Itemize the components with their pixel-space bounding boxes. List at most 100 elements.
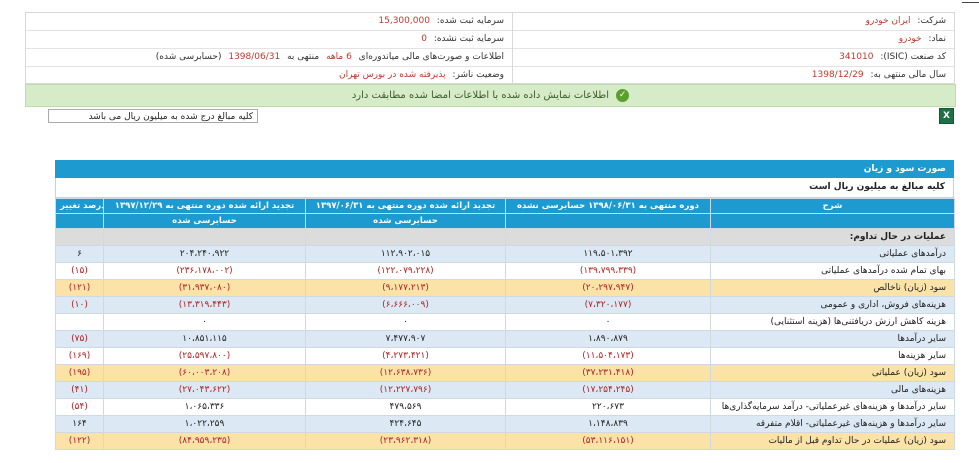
value-1398-06-31-cell: ۲۲۰،۶۷۳ [505, 398, 711, 416]
value-1397-06-31-cell: (۱۲،۲۲۷،۷۹۶) [305, 381, 506, 399]
header-col-1397-06-31-audit: حسابرسی شده [305, 213, 506, 229]
value-1397-12-29-cell: (۶۰،۰۰۳،۲۰۸) [103, 364, 306, 382]
income-statement: صورت سود و زیان کلیه مبالغ به میلیون ریا… [55, 160, 955, 450]
value-1397-06-31-cell: ۴۷۹،۵۶۹ [305, 398, 506, 416]
row-description-cell: سایر هزینه‌ها [710, 347, 955, 365]
row-description-cell: هزینه‌های فروش، اداری و عمومی [710, 296, 955, 314]
change-percent-cell: (۷۵) [55, 330, 104, 348]
change-percent-cell: (۱۶۹) [55, 347, 104, 365]
change-percent-cell: (۴۱) [55, 381, 104, 399]
row-description-cell: سود (زیان) ناخالص [710, 279, 955, 297]
info-row-symbol: نماد: خودرو [513, 31, 954, 49]
value-1397-06-31-cell: (۴،۲۷۳،۴۲۱) [305, 347, 506, 365]
value-1397-12-29-cell: (۱۳،۳۱۹،۴۴۳) [103, 296, 306, 314]
company-info-left: سرمایه ثبت شده: 15,300,000 سرمایه ثبت نش… [26, 13, 512, 83]
value-1397-12-29-cell: (۲۳۶،۱۷۸،۰۰۲) [103, 262, 306, 280]
table-row: (۱۰) (۱۳،۳۱۹،۴۴۳) (۶،۶۶۶،۰۰۹) (۷،۳۲۰،۱۷۷) هز… [55, 296, 955, 314]
value-1397-06-31-cell: (۲۳،۹۶۲،۳۱۸) [305, 432, 506, 450]
value-1397-12-29-cell: ۱،۰۶۵،۳۳۶ [103, 398, 306, 416]
section-label: عملیات در حال تداوم: [710, 228, 955, 246]
table-row: (۴۱) (۲۷،۰۴۳،۶۲۲) (۱۲،۲۲۷،۷۹۶) (۱۷،۲۵۴،۲۴۵)… [55, 381, 955, 399]
change-percent-cell: (۱۵) [55, 262, 104, 280]
row-description-cell: سود (زیان) عملیات در حال تداوم قبل از ما… [710, 432, 955, 450]
change-percent-cell: ۶ [55, 245, 104, 263]
symbol-link[interactable]: خودرو [899, 34, 922, 44]
publisher-status: پذیرفته شده در بورس تهران [339, 70, 446, 80]
header-row: درصد تغییر تجدید ارائه شده دوره منتهی به… [55, 198, 955, 214]
header-row-2: حسابرسی شده حسابرسی شده [55, 213, 955, 229]
change-percent-cell [55, 313, 104, 331]
header-blank-2 [505, 213, 711, 229]
excel-export-icon[interactable]: X [939, 108, 954, 124]
check-icon: ✓ [616, 89, 630, 102]
info-row-report-type: اطلاعات و صورت‌های مالی میاندوره‌ای 6 ما… [26, 49, 512, 67]
value-1397-12-29-cell: ۰ [103, 313, 306, 331]
value-1398-06-31-cell: ۱،۱۴۸،۸۳۹ [505, 415, 711, 433]
report-period: 6 ماهه [326, 52, 352, 62]
row-description-cell: سایر درآمدها [710, 330, 955, 348]
value-1397-06-31-cell: (۶،۶۶۶،۰۰۹) [305, 296, 506, 314]
top-edge-line [962, 2, 979, 3]
company-name-link[interactable]: ایران خودرو [866, 16, 911, 26]
statement-subtitle: کلیه مبالغ به میلیون ریال است [55, 178, 954, 198]
table-row: (۱۹۵) (۶۰،۰۰۳،۲۰۸) (۱۲،۶۳۸،۷۳۶) (۳۷،۲۳۱،۴۱۸… [55, 364, 955, 382]
value-1397-06-31-cell: (۹،۱۷۷،۲۱۳) [305, 279, 506, 297]
row-description-cell: هزینه کاهش ارزش دریافتنی‌ها (هزینه استثن… [710, 313, 955, 331]
value-1398-06-31-cell: (۲۰،۲۹۷،۹۴۷) [505, 279, 711, 297]
header-change-percent: درصد تغییر [55, 198, 104, 214]
statement-table: درصد تغییر تجدید ارائه شده دوره منتهی به… [55, 198, 955, 450]
value-1398-06-31-cell: (۱۱،۵۰۴،۱۷۳) [505, 347, 711, 365]
section-row: عملیات در حال تداوم: [55, 228, 955, 246]
value-1398-06-31-cell: (۵۳،۱۱۶،۱۵۱) [505, 432, 711, 450]
table-row: ۶ ۲۰۴،۲۴۰،۹۲۲ ۱۱۲،۹۰۲،۰۱۵ ۱۱۹،۵۰۱،۳۹۲ درآمده… [55, 245, 955, 263]
change-percent-cell: (۱۹۵) [55, 364, 104, 382]
change-percent-cell: (۱۲۲) [55, 432, 104, 450]
value-1397-06-31-cell: (۱۲۲،۰۷۹،۲۲۸) [305, 262, 506, 280]
audit-status: (حسابرسی شده) [155, 52, 222, 62]
change-percent-cell: (۱۲۱) [55, 279, 104, 297]
table-row: ۰ ۰ ۰ هزینه کاهش ارزش دریافتنی‌ها (هزینه اس… [55, 313, 955, 331]
value-1397-06-31-cell: (۱۲،۶۳۸،۷۳۶) [305, 364, 506, 382]
table-row: (۱۶۹) (۲۵،۵۹۷،۸۰۰) (۴،۲۷۳،۴۲۱) (۱۱،۵۰۴،۱۷۳)… [55, 347, 955, 365]
value-1397-06-31-cell: ۴۲۴،۶۴۵ [305, 415, 506, 433]
row-description-cell: درآمدهای عملیاتی [710, 245, 955, 263]
info-row-registered-capital: سرمایه ثبت شده: 15,300,000 [26, 13, 512, 31]
value-1397-06-31-cell: ۰ [305, 313, 506, 331]
statement-title: صورت سود و زیان [55, 160, 954, 178]
value-1397-06-31-cell: ۷،۴۷۷،۹۰۷ [305, 330, 506, 348]
info-row-fiscal-year: سال مالی منتهی به: 1398/12/29 [811, 70, 946, 80]
row-description-cell: بهای تمام شده درآمدهای عملیاتی [710, 262, 955, 280]
table-row: (۷۵) ۱۰،۸۵۱،۱۱۵ ۷،۴۷۷،۹۰۷ ۱،۸۹۰،۸۷۹ سایر درآ… [55, 330, 955, 348]
change-percent-cell: (۱۰) [55, 296, 104, 314]
header-col-1397-06-31: تجدید ارائه شده دوره منتهی به ۱۳۹۷/۰۶/۳۱ [305, 198, 506, 214]
row-description-cell: سود (زیان) عملیاتی [710, 364, 955, 382]
header-col-1397-12-29: تجدید ارائه شده دوره منتهی به ۱۳۹۷/۱۲/۲۹ [103, 198, 306, 214]
value-1398-06-31-cell: ۰ [505, 313, 711, 331]
value-1398-06-31-cell: (۱۷،۲۵۴،۲۴۵) [505, 381, 711, 399]
table-row: (۱۵) (۲۳۶،۱۷۸،۰۰۲) (۱۲۲،۰۷۹،۲۲۸) (۱۳۹،۷۹۹،۳… [55, 262, 955, 280]
header-col-1398-06-31: دوره منتهی به ۱۳۹۸/۰۶/۳۱ حسابرسی نشده [505, 198, 711, 214]
row-description-cell: هزینه‌های مالی [710, 381, 955, 399]
info-row-publisher-status: وضعیت ناشر: پذیرفته شده در بورس تهران [339, 70, 504, 80]
isic-code: 341010 [839, 52, 874, 62]
value-1397-06-31-cell: ۱۱۲،۹۰۲،۰۱۵ [305, 245, 506, 263]
table-row: (۱۲۲) (۸۴،۹۵۹،۲۳۵) (۲۳،۹۶۲،۳۱۸) (۵۳،۱۱۶،۱۵۱… [55, 432, 955, 450]
unit-select[interactable]: کلیه مبالغ درج شده به میلیون ریال می باش… [48, 109, 258, 123]
change-percent-cell: ۱۶۴ [55, 415, 104, 433]
value-1397-12-29-cell: ۱۰،۸۵۱،۱۱۵ [103, 330, 306, 348]
unregistered-capital: 0 [421, 34, 427, 44]
header-blank [55, 213, 104, 229]
company-info-panel: شرکت: ایران خودرو نماد: خودرو کد صنعت (I… [25, 12, 955, 84]
info-row-unregistered-capital: سرمایه ثبت نشده: 0 [26, 31, 512, 49]
info-row-company: شرکت: ایران خودرو [513, 13, 954, 31]
header-description: شرح [710, 198, 955, 214]
row-description-cell: سایر درآمدها و هزینه‌های غیرعملیاتی- اقل… [710, 415, 955, 433]
row-description-cell: سایر درآمدها و هزینه‌های غیرعملیاتی- درآ… [710, 398, 955, 416]
value-1397-12-29-cell: ۱،۰۲۲،۲۵۹ [103, 415, 306, 433]
verification-text: اطلاعات نمایش داده شده با اطلاعات امضا ش… [351, 90, 609, 101]
value-1398-06-31-cell: (۱۳۹،۷۹۹،۳۳۹) [505, 262, 711, 280]
change-percent-cell: (۵۴) [55, 398, 104, 416]
table-row: (۵۴) ۱،۰۶۵،۳۳۶ ۴۷۹،۵۶۹ ۲۲۰،۶۷۳ سایر درآمدها … [55, 398, 955, 416]
value-1398-06-31-cell: ۱۱۹،۵۰۱،۳۹۲ [505, 245, 711, 263]
company-info-right: شرکت: ایران خودرو نماد: خودرو کد صنعت (I… [512, 13, 954, 83]
